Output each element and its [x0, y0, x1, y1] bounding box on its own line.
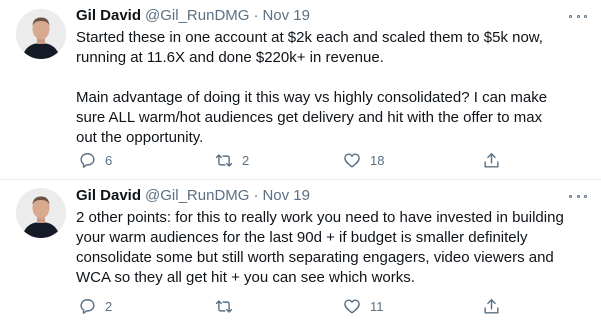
tweet-date[interactable]: Nov 19 [262, 6, 310, 26]
separator: · [253, 7, 259, 24]
like-count: 18 [370, 152, 385, 168]
avatar[interactable] [16, 9, 66, 59]
tweet[interactable]: Gil David @Gil_RunDMG · Nov 19 Started t… [0, 0, 601, 180]
avatar[interactable] [16, 188, 66, 238]
retweet-icon [215, 153, 233, 167]
tweet-actions: 2 11 [76, 294, 585, 318]
tweet-text: 2 other points: for this to really work … [76, 209, 564, 286]
tweet-date[interactable]: Nov 19 [262, 186, 310, 206]
tweet-header: Gil David @Gil_RunDMG · Nov 19 [76, 6, 585, 26]
reply-icon [80, 298, 95, 314]
heart-icon [344, 152, 360, 168]
more-icon[interactable] [569, 190, 587, 202]
like-button[interactable]: 18 [342, 148, 384, 172]
tweet-actions: 6 2 18 [76, 148, 585, 172]
like-button[interactable]: 11 [342, 294, 384, 318]
tweet-text: Started these in one account at $2k each… [76, 29, 548, 146]
heart-icon [344, 298, 360, 314]
reply-icon [80, 152, 95, 168]
separator: · [253, 187, 259, 204]
reply-button[interactable]: 6 [78, 148, 112, 172]
reply-count: 2 [105, 298, 113, 314]
author-handle[interactable]: @Gil_RunDMG [145, 186, 249, 206]
author-handle[interactable]: @Gil_RunDMG [145, 6, 249, 26]
author-name[interactable]: Gil David [76, 6, 141, 26]
more-icon[interactable] [569, 10, 587, 22]
retweet-button[interactable]: 2 [214, 148, 249, 172]
reply-count: 6 [105, 152, 113, 168]
retweet-count: 2 [242, 152, 250, 168]
retweet-button[interactable] [214, 294, 242, 318]
author-name[interactable]: Gil David [76, 186, 141, 206]
like-count: 11 [370, 298, 384, 314]
reply-button[interactable]: 2 [78, 294, 112, 318]
tweet-header: Gil David @Gil_RunDMG · Nov 19 [76, 186, 585, 206]
share-button[interactable] [482, 148, 501, 172]
share-button[interactable] [482, 294, 501, 318]
retweet-icon [215, 299, 233, 313]
share-icon [484, 298, 499, 314]
share-icon [484, 152, 499, 168]
